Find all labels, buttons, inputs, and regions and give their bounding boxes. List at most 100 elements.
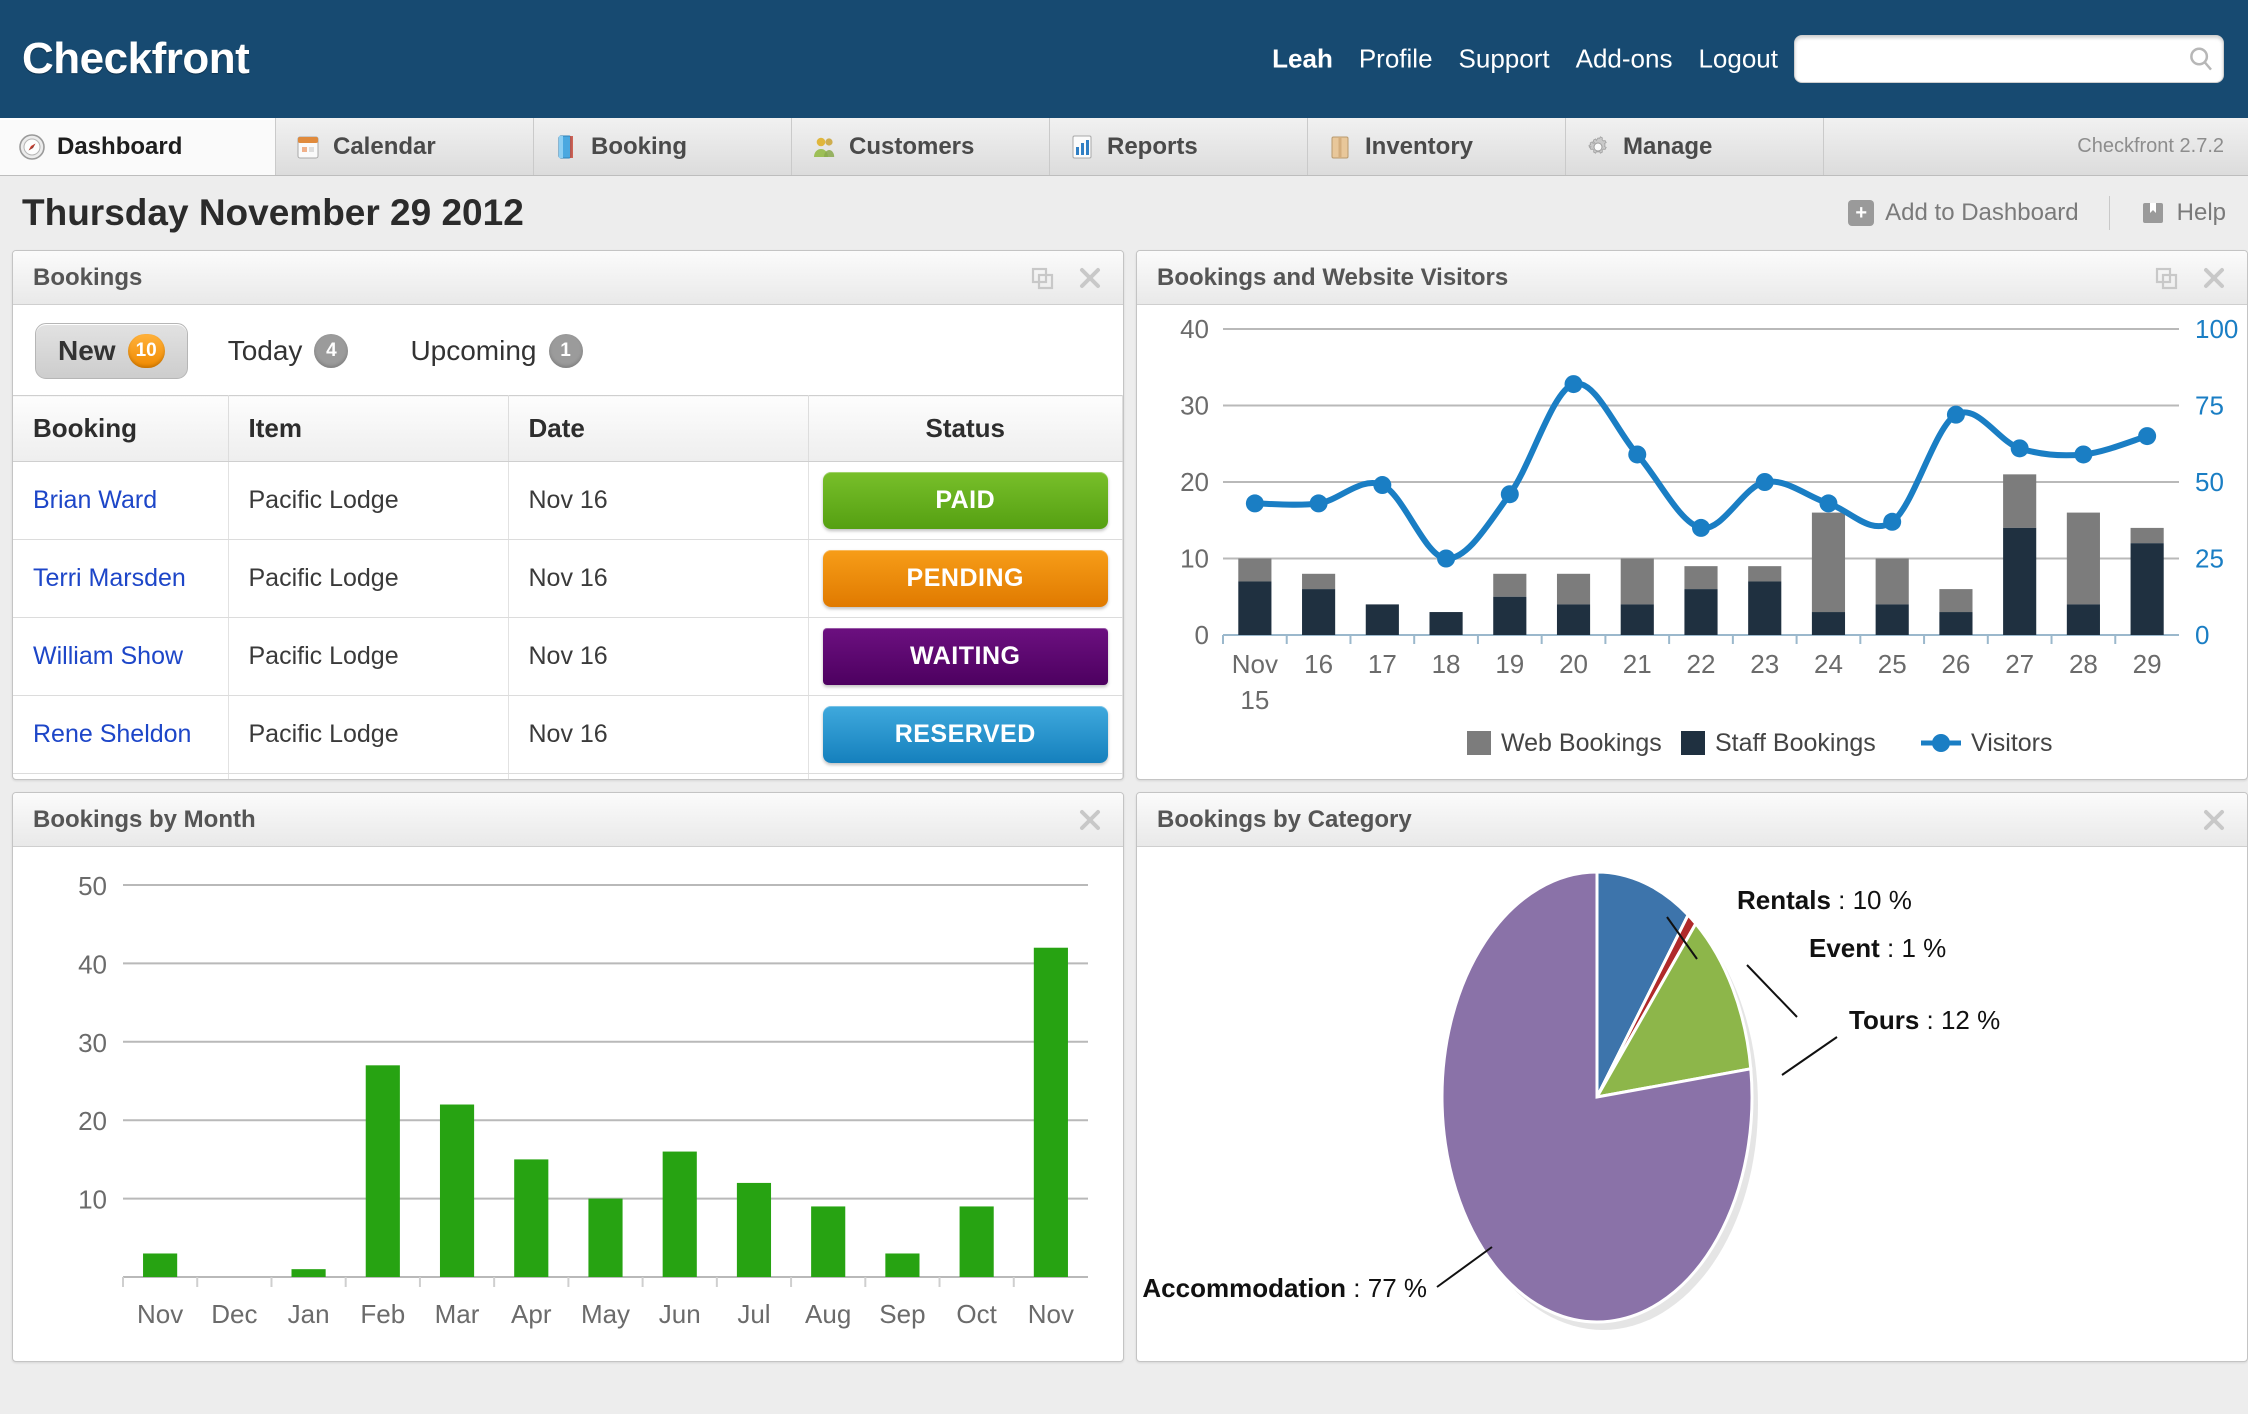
account-nav-logout[interactable]: Logout <box>1698 44 1778 75</box>
panel-category-buttons <box>2193 801 2235 839</box>
add-to-dashboard-button[interactable]: + Add to Dashboard <box>1848 199 2079 227</box>
svg-text:0: 0 <box>2195 620 2209 650</box>
cell-status: PAID <box>808 461 1123 540</box>
cell-status: PAID <box>808 773 1123 779</box>
cell-booking[interactable]: Brian Ward <box>13 461 229 540</box>
search-box[interactable] <box>1794 35 2224 83</box>
svg-text:Nov: Nov <box>137 1299 183 1329</box>
svg-text:Accommodation : 77 %: Accommodation : 77 % <box>1142 1273 1427 1303</box>
svg-text:50: 50 <box>78 871 107 901</box>
account-nav-user[interactable]: Leah <box>1272 44 1333 75</box>
nav-item-dashboard[interactable]: Dashboard <box>0 118 276 175</box>
svg-text:40: 40 <box>78 949 107 979</box>
svg-text:25: 25 <box>2195 544 2224 574</box>
cell-item: Pacific Lodge <box>228 461 509 540</box>
booking-link[interactable]: Terri Marsden <box>33 564 186 592</box>
bookings-table-scroll[interactable]: Booking Item Date Status Brian Ward Paci… <box>13 395 1123 779</box>
svg-text:25: 25 <box>1878 649 1907 679</box>
panel-bookings-and-website-visitors: Bookings and Website Visitors 0 0 10 25 … <box>1136 250 2248 780</box>
booking-link[interactable]: William Show <box>33 642 183 670</box>
svg-text:100: 100 <box>2195 314 2238 344</box>
status-badge[interactable]: PAID <box>822 472 1108 529</box>
col-status[interactable]: Status <box>808 395 1123 462</box>
combo-chart-svg: 0 0 10 25 20 50 30 75 40 100 Nov 15 16 17 18 19 20 21 22 23… <box>1180 314 2238 757</box>
help-button[interactable]: Help <box>2140 199 2226 227</box>
booking-link[interactable]: Rene Sheldon <box>33 720 191 748</box>
nav-item-reports-label: Reports <box>1107 132 1198 160</box>
svg-text:10: 10 <box>1180 544 1209 574</box>
search-input[interactable] <box>1795 36 2179 82</box>
nav-item-inventory[interactable]: Inventory <box>1308 118 1566 175</box>
close-icon[interactable] <box>1069 801 1111 839</box>
popout-icon[interactable] <box>1021 259 1063 297</box>
panel-bookings-header: Bookings <box>13 251 1123 305</box>
table-row[interactable]: William Show Pacific Lodge Nov 16 WAITIN… <box>13 617 1123 696</box>
tab-upcoming[interactable]: Upcoming 1 <box>388 324 604 378</box>
svg-text:27: 27 <box>2005 649 2034 679</box>
tab-new-label: New <box>58 335 116 366</box>
svg-text:24: 24 <box>1814 649 1843 679</box>
tab-today[interactable]: Today 4 <box>206 324 371 378</box>
svg-text:29: 29 <box>2133 649 2162 679</box>
main-nav: Dashboard Calendar Booking Customers Rep… <box>0 118 2248 176</box>
svg-text:Mar: Mar <box>435 1299 480 1329</box>
svg-text:Event : 1 %: Event : 1 % <box>1809 933 1946 963</box>
booking-link[interactable]: Brian Ward <box>33 486 157 514</box>
nav-item-reports[interactable]: Reports <box>1050 118 1308 175</box>
account-nav-addons[interactable]: Add-ons <box>1576 44 1673 75</box>
top-header: Checkfront Leah Profile Support Add-ons … <box>0 0 2248 118</box>
close-icon[interactable] <box>1069 259 1111 297</box>
nav-item-manage[interactable]: Manage <box>1566 118 1824 175</box>
svg-text:21: 21 <box>1623 649 1652 679</box>
svg-text:May: May <box>581 1299 630 1329</box>
people-icon <box>810 133 838 161</box>
help-label: Help <box>2176 199 2226 226</box>
status-badge[interactable]: PENDING <box>822 550 1108 607</box>
table-row[interactable]: Brian Ward Pacific Lodge Nov 16 PAID <box>13 461 1123 540</box>
cell-booking[interactable]: William Show <box>13 617 229 696</box>
panel-bookings-buttons <box>1021 259 1111 297</box>
page-actions: + Add to Dashboard Help <box>1848 196 2226 230</box>
add-to-dashboard-label: Add to Dashboard <box>1885 199 2079 226</box>
cell-booking[interactable]: Rodger Simm <box>13 773 229 779</box>
panel-combo-title: Bookings and Website Visitors <box>1157 263 1509 291</box>
cell-date: Nov 16 <box>508 695 809 774</box>
svg-text:Jan: Jan <box>288 1299 330 1329</box>
status-badge[interactable]: RESERVED <box>822 706 1108 763</box>
close-icon[interactable] <box>2193 259 2235 297</box>
account-nav-profile[interactable]: Profile <box>1359 44 1433 75</box>
tab-upcoming-label: Upcoming <box>410 335 537 366</box>
cell-status: WAITING <box>808 617 1123 696</box>
cell-item: Pacific Lodge <box>228 539 509 618</box>
col-item[interactable]: Item <box>228 395 509 462</box>
col-date[interactable]: Date <box>508 395 809 462</box>
dashboard-grid: Bookings New 10 Today 4 Upcoming 1 Booki… <box>0 250 2248 1362</box>
panel-month-buttons <box>1069 801 1111 839</box>
svg-text:26: 26 <box>1941 649 1970 679</box>
close-icon[interactable] <box>2193 801 2235 839</box>
table-row[interactable]: Rodger Simm Pacific Lodge Nov 16 PAID <box>13 773 1123 779</box>
nav-item-booking[interactable]: Booking <box>534 118 792 175</box>
tab-new[interactable]: New 10 <box>35 323 188 379</box>
book-help-icon <box>2140 200 2166 226</box>
nav-item-manage-label: Manage <box>1623 132 1713 160</box>
svg-text:Dec: Dec <box>211 1299 257 1329</box>
popout-icon[interactable] <box>2145 259 2187 297</box>
category-chart-area: Rentals : 10 % Event : 1 % Tours : 12 % Acc… <box>1137 847 2247 1361</box>
cell-booking[interactable]: Rene Sheldon <box>13 695 229 774</box>
table-row[interactable]: Rene Sheldon Pacific Lodge Nov 16 RESERV… <box>13 695 1123 774</box>
svg-text:18: 18 <box>1432 649 1461 679</box>
panel-combo-buttons <box>2145 259 2235 297</box>
svg-text:Web Bookings: Web Bookings <box>1501 729 1662 757</box>
search-icon <box>2179 44 2223 74</box>
status-badge[interactable]: WAITING <box>822 628 1108 685</box>
nav-item-calendar[interactable]: Calendar <box>276 118 534 175</box>
account-nav-support[interactable]: Support <box>1459 44 1550 75</box>
cell-booking[interactable]: Terri Marsden <box>13 539 229 618</box>
svg-text:20: 20 <box>1559 649 1588 679</box>
svg-text:Feb: Feb <box>360 1299 405 1329</box>
col-booking[interactable]: Booking <box>13 395 229 462</box>
nav-item-customers[interactable]: Customers <box>792 118 1050 175</box>
panel-month-title: Bookings by Month <box>33 805 256 833</box>
table-row[interactable]: Terri Marsden Pacific Lodge Nov 16 PENDI… <box>13 539 1123 618</box>
